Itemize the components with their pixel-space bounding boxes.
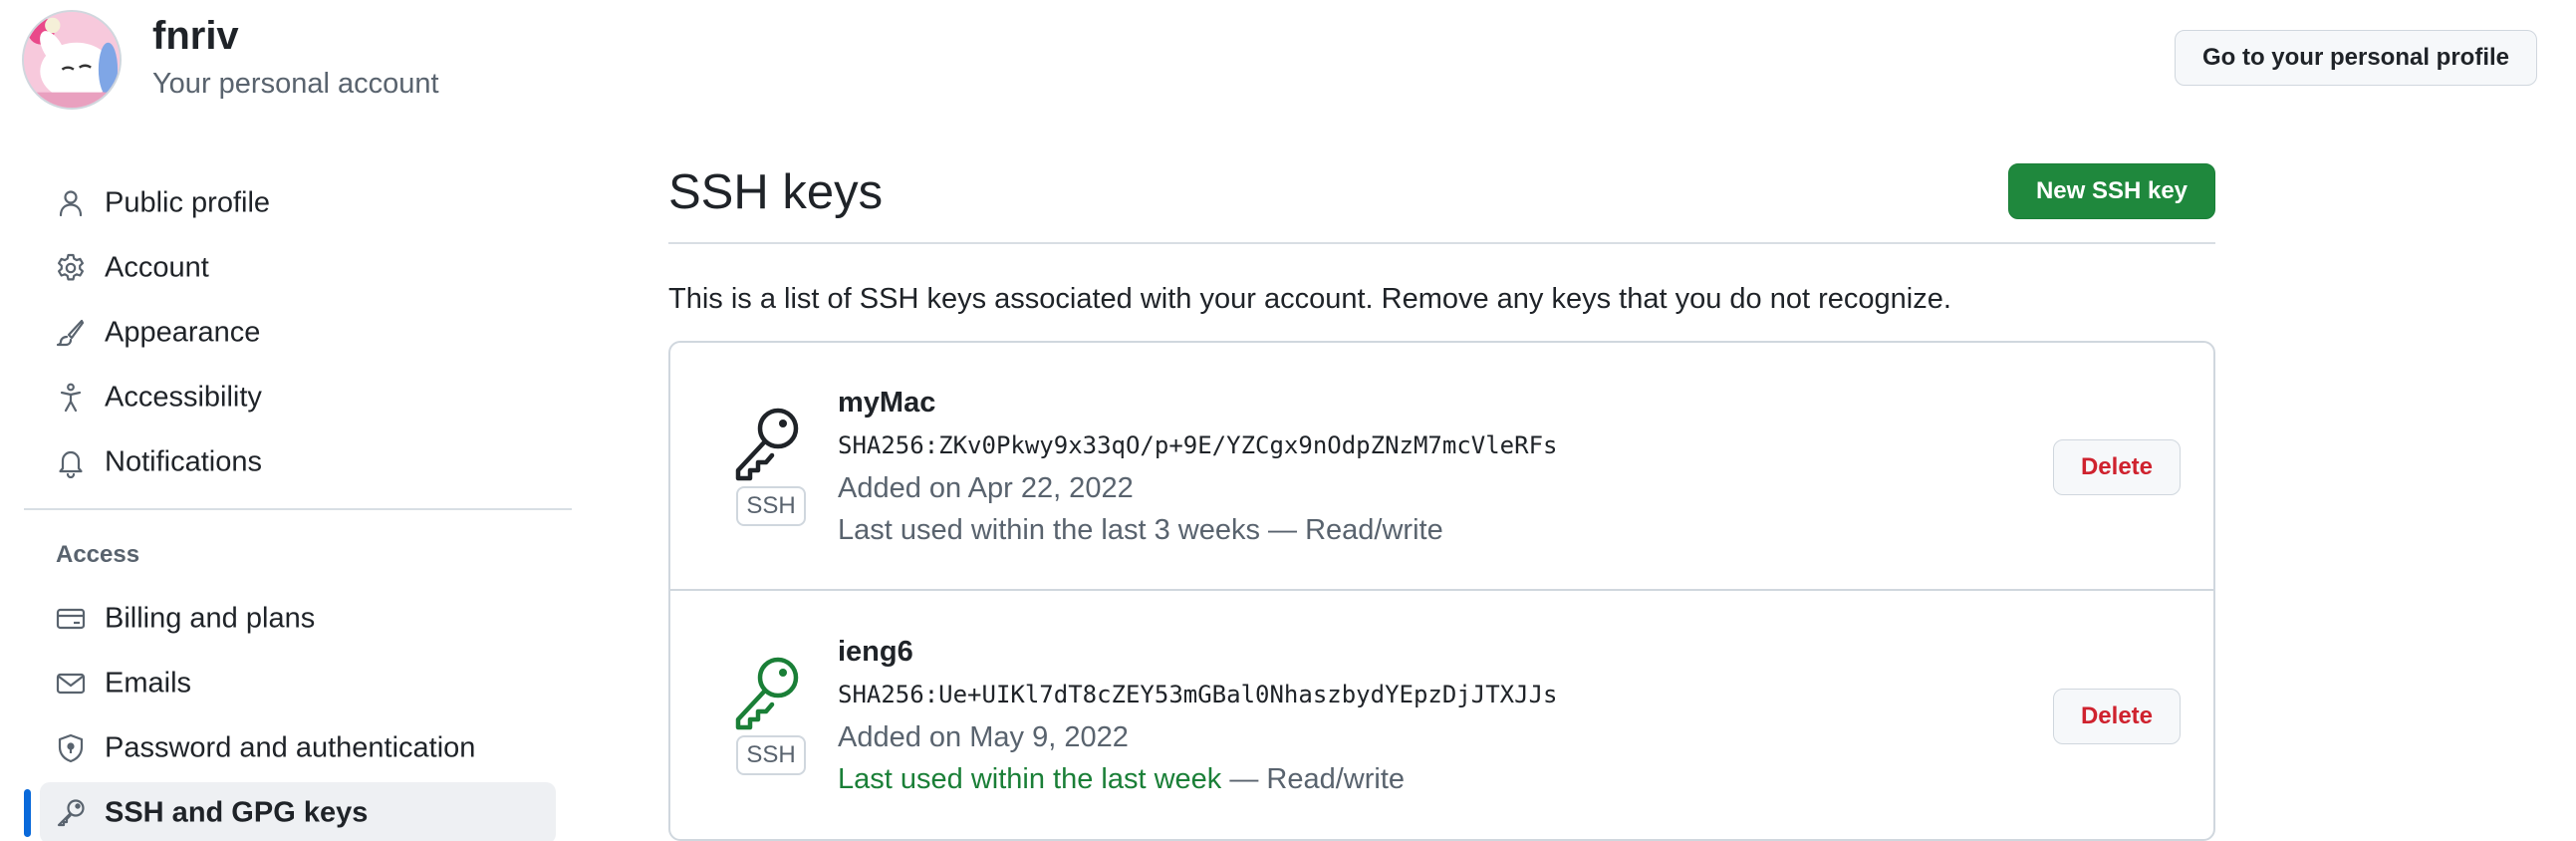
ssh-type-badge: SSH [736, 735, 806, 775]
key-icon [732, 654, 804, 733]
ssh-key-last-used: Last used within the last week — Read/wr… [838, 759, 1405, 799]
last-used-text: Last used within the last week [838, 763, 1222, 795]
bell-icon [55, 446, 87, 478]
sidebar-item-account[interactable]: Account [40, 237, 556, 299]
sidebar-item-label: Appearance [105, 316, 261, 349]
key-icon [55, 797, 87, 829]
gear-icon [55, 252, 87, 284]
access-level-text: — Read/write [1229, 763, 1406, 795]
sidebar-item-label: SSH and GPG keys [105, 796, 369, 829]
ssh-key-row: SSH myMac SHA256:ZKv0Pkwy9x33qO/p+9E/YZC… [670, 343, 2213, 591]
ssh-key-title: myMac [838, 387, 936, 419]
sidebar-item-accessibility[interactable]: Accessibility [40, 367, 556, 428]
delete-key-button[interactable]: Delete [2053, 439, 2181, 495]
delete-key-button[interactable]: Delete [2053, 689, 2181, 744]
credit-card-icon [55, 603, 87, 635]
sidebar-item-appearance[interactable]: Appearance [40, 302, 556, 364]
sidebar-item-label: Account [105, 251, 209, 284]
title-divider [668, 242, 2215, 244]
ssh-key-list: SSH myMac SHA256:ZKv0Pkwy9x33qO/p+9E/YZC… [668, 341, 2215, 841]
mail-icon [55, 668, 87, 700]
paintbrush-icon [55, 317, 87, 349]
new-ssh-key-button[interactable]: New SSH key [2008, 163, 2215, 219]
key-icon [732, 405, 804, 484]
sidebar-divider [24, 508, 572, 510]
sidebar-item-ssh-gpg-keys[interactable]: SSH and GPG keys [40, 782, 556, 841]
sidebar-item-password-auth[interactable]: Password and authentication [40, 717, 556, 779]
ssh-key-row: SSH ieng6 SHA256:Ue+UIKl7dT8cZEY53mGBal0… [670, 592, 2213, 839]
ssh-key-last-used: Last used within the last 3 weeks — Read… [838, 510, 1443, 550]
go-to-profile-button[interactable]: Go to your personal profile [2175, 30, 2537, 86]
ssh-type-badge: SSH [736, 486, 806, 526]
person-icon [55, 187, 87, 219]
sidebar-item-label: Emails [105, 667, 192, 700]
sidebar-item-billing[interactable]: Billing and plans [40, 588, 556, 650]
sidebar-item-emails[interactable]: Emails [40, 653, 556, 714]
settings-page: fnriv Your personal account Go to your p… [0, 0, 2576, 841]
access-level-text: — Read/write [1268, 514, 1443, 546]
sidebar-item-label: Accessibility [105, 381, 262, 414]
page-title: SSH keys [668, 165, 884, 219]
ssh-key-fingerprint: SHA256:Ue+UIKl7dT8cZEY53mGBal0NhaszbydYE… [838, 681, 1558, 708]
accessibility-icon [55, 382, 87, 414]
ssh-key-fingerprint: SHA256:ZKv0Pkwy9x33qO/p+9E/YZCgx9nOdpZNz… [838, 431, 1558, 459]
sidebar-item-label: Password and authentication [105, 731, 476, 764]
shield-lock-icon [55, 732, 87, 764]
ssh-key-added-date: Added on Apr 22, 2022 [838, 472, 1134, 504]
ssh-key-added-date: Added on May 9, 2022 [838, 721, 1129, 753]
sidebar-item-public-profile[interactable]: Public profile [40, 172, 556, 234]
settings-sidebar: Public profile Account Appearance Access… [0, 0, 578, 841]
ssh-keys-description: This is a list of SSH keys associated wi… [668, 283, 1951, 315]
last-used-text: Last used within the last 3 weeks [838, 514, 1260, 546]
ssh-key-title: ieng6 [838, 636, 913, 668]
sidebar-item-label: Notifications [105, 445, 262, 478]
sidebar-item-label: Billing and plans [105, 602, 316, 635]
sidebar-section-heading: Access [56, 541, 140, 568]
sidebar-item-label: Public profile [105, 186, 271, 219]
sidebar-item-notifications[interactable]: Notifications [40, 431, 556, 493]
active-indicator [24, 789, 31, 837]
